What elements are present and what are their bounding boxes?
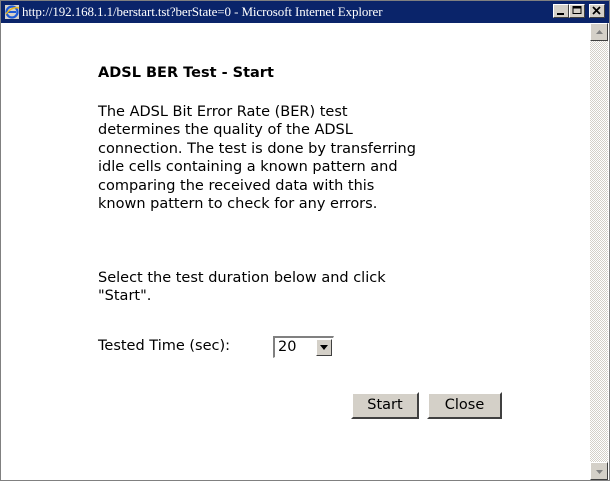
tested-time-label: Tested Time (sec): [98, 338, 231, 354]
scroll-up-arrow-icon [596, 30, 603, 34]
page-title: ADSL BER Test - Start [98, 65, 274, 81]
description-line: The ADSL Bit Error Rate (BER) test [98, 104, 348, 120]
tested-time-select[interactable]: 20 [273, 336, 334, 358]
instruction-line: "Start". [98, 288, 152, 305]
description-line: known pattern to check for any errors. [98, 196, 378, 213]
page-content: ADSL BER Test - Start The ADSL Bit Error… [2, 23, 591, 480]
scroll-down-arrow-icon [596, 470, 603, 474]
close-dialog-button[interactable]: Close [427, 392, 502, 419]
instruction-line: Select the test duration below and click [98, 270, 386, 286]
title-bar[interactable]: http://192.168.1.1/berstart.tst?berState… [1, 1, 609, 23]
close-icon [592, 6, 601, 15]
minimize-button[interactable] [553, 4, 569, 18]
browser-window: http://192.168.1.1/berstart.tst?berState… [0, 0, 610, 481]
instruction-text: Select the test duration below and click… [98, 269, 386, 306]
description-line: comparing the received data with this [98, 177, 375, 194]
start-button[interactable]: Start [351, 392, 419, 419]
ie-icon [4, 4, 20, 20]
tested-time-value: 20 [278, 339, 297, 355]
maximize-button[interactable] [569, 4, 585, 18]
scroll-down-button[interactable] [590, 462, 608, 480]
window-title: http://192.168.1.1/berstart.tst?berState… [22, 4, 383, 19]
description-line: determines the quality of the ADSL [98, 122, 353, 139]
dropdown-button[interactable] [316, 339, 332, 356]
description-line: connection. The test is done by transfer… [98, 140, 416, 157]
minimize-icon [557, 13, 564, 15]
vertical-scrollbar[interactable] [590, 23, 608, 480]
maximize-icon [572, 6, 582, 14]
description-line: idle cells containing a known pattern an… [98, 159, 398, 176]
description-text: The ADSL Bit Error Rate (BER) test deter… [98, 103, 416, 213]
close-button[interactable] [589, 4, 605, 18]
chevron-down-icon [320, 345, 328, 350]
scroll-up-button[interactable] [590, 23, 608, 41]
